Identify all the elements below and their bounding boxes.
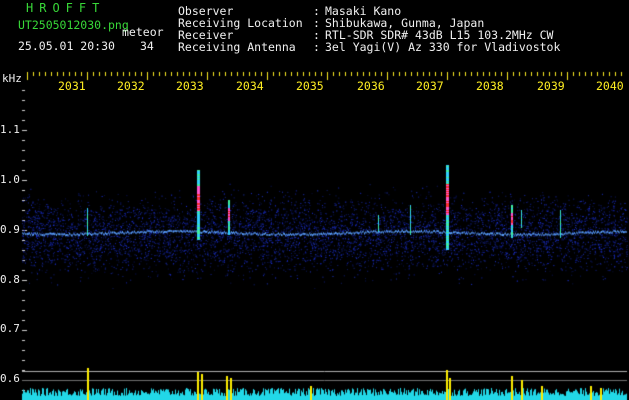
filename-label: UT2505012030.png	[18, 18, 129, 32]
x-tick-label: 2037	[416, 79, 444, 93]
meteor-count: 34	[140, 39, 154, 53]
antenna-label: Receiving Antenna	[178, 40, 296, 54]
y-tick-label: 0.6	[0, 372, 20, 385]
x-tick-label: 2038	[476, 79, 504, 93]
antenna-value: 3el Yagi(V) Az 330 for Vladivostok	[325, 40, 561, 54]
x-tick-label: 2032	[117, 79, 145, 93]
x-tick-label: 2040	[596, 79, 624, 93]
x-tick-label: 2031	[58, 79, 86, 93]
y-tick-label: 1.0	[0, 173, 20, 186]
x-tick-label: 2035	[296, 79, 324, 93]
datetime-label: 25.05.01 20:30	[18, 39, 115, 53]
x-tick-label: 2039	[537, 79, 565, 93]
y-tick-label: 1.1	[0, 123, 20, 136]
x-tick-label: 2033	[176, 79, 204, 93]
spectrogram-canvas	[0, 0, 629, 400]
y-axis-unit: kHz	[2, 72, 22, 85]
app-brand: HROFFT	[26, 1, 106, 15]
y-tick-label: 0.8	[0, 273, 20, 286]
y-tick-label: 0.9	[0, 223, 20, 236]
x-tick-label: 2036	[357, 79, 385, 93]
antenna-separator: :	[313, 40, 320, 54]
x-tick-label: 2034	[236, 79, 264, 93]
meteor-label: meteor	[122, 25, 164, 39]
y-tick-label: 0.7	[0, 322, 20, 335]
